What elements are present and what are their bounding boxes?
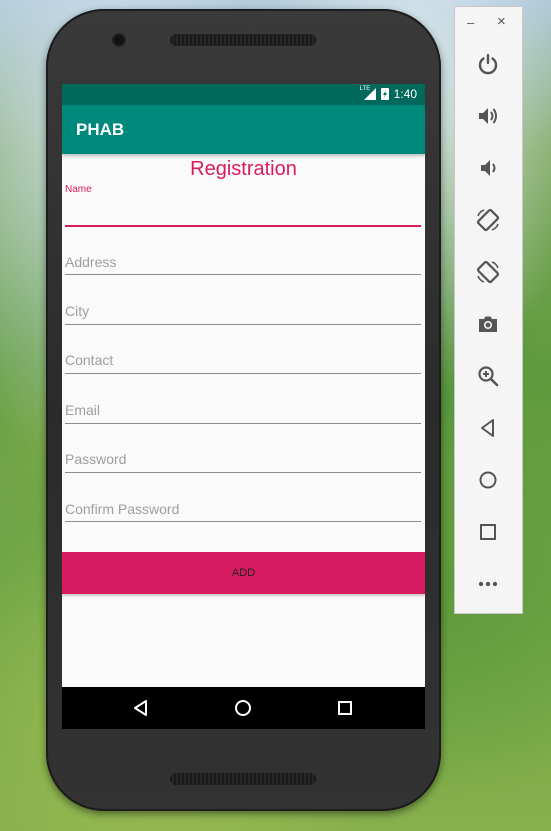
minimize-button[interactable]: – — [467, 15, 474, 30]
add-button[interactable]: ADD — [62, 552, 425, 594]
address-field[interactable]: Address — [65, 252, 421, 276]
status-bar: LTE 1:40 — [62, 84, 425, 105]
bottom-speaker-grille — [170, 773, 316, 785]
back-icon[interactable] — [131, 698, 151, 718]
power-icon[interactable] — [475, 51, 501, 77]
city-field[interactable]: City — [65, 302, 421, 326]
contact-field-label: Contact — [65, 352, 114, 368]
confirm-password-field-label: Confirm Password — [65, 501, 180, 517]
contact-field-underline — [65, 373, 421, 374]
emulator-toolbar: – × — [454, 6, 523, 614]
home-icon[interactable] — [475, 467, 501, 493]
form-title: Registration — [190, 158, 297, 180]
email-field-label: Email — [65, 402, 101, 418]
rotate-right-icon[interactable] — [475, 259, 501, 285]
email-field[interactable]: Email — [65, 401, 421, 425]
volume-up-icon[interactable] — [475, 103, 501, 129]
back-icon[interactable] — [475, 415, 501, 441]
volume-down-icon[interactable] — [475, 155, 501, 181]
front-camera — [114, 35, 124, 45]
zoom-icon[interactable] — [475, 363, 501, 389]
name-field-underline — [65, 225, 421, 227]
more-icon[interactable] — [475, 571, 501, 597]
camera-icon[interactable] — [475, 311, 501, 337]
close-button[interactable]: × — [497, 13, 506, 30]
recents-icon[interactable] — [335, 698, 355, 718]
name-field-label: Name — [65, 184, 92, 195]
navigation-bar — [62, 687, 425, 729]
rotate-left-icon[interactable] — [475, 207, 501, 233]
device-screen: LTE 1:40 PHAB Registration Name Address … — [62, 84, 425, 729]
address-field-underline — [65, 274, 421, 275]
password-field-underline — [65, 472, 421, 473]
email-field-underline — [65, 423, 421, 424]
city-field-label: City — [65, 303, 90, 319]
lte-signal-icon: LTE — [359, 86, 376, 100]
app-bar: PHAB — [62, 105, 425, 154]
overview-icon[interactable] — [475, 519, 501, 545]
city-field-underline — [65, 324, 421, 325]
network-type-label: LTE — [359, 86, 371, 92]
app-title: PHAB — [76, 120, 125, 139]
password-field[interactable]: Password — [65, 450, 421, 474]
password-field-label: Password — [65, 451, 127, 467]
address-field-label: Address — [65, 254, 117, 270]
battery-icon — [380, 88, 389, 100]
home-icon[interactable] — [233, 698, 253, 718]
status-time: 1:40 — [393, 87, 417, 101]
confirm-password-field-underline — [65, 521, 421, 522]
top-speaker-grille — [170, 34, 316, 46]
contact-field[interactable]: Contact — [65, 351, 421, 375]
name-field[interactable]: Name — [65, 184, 421, 228]
confirm-password-field[interactable]: Confirm Password — [65, 500, 421, 524]
